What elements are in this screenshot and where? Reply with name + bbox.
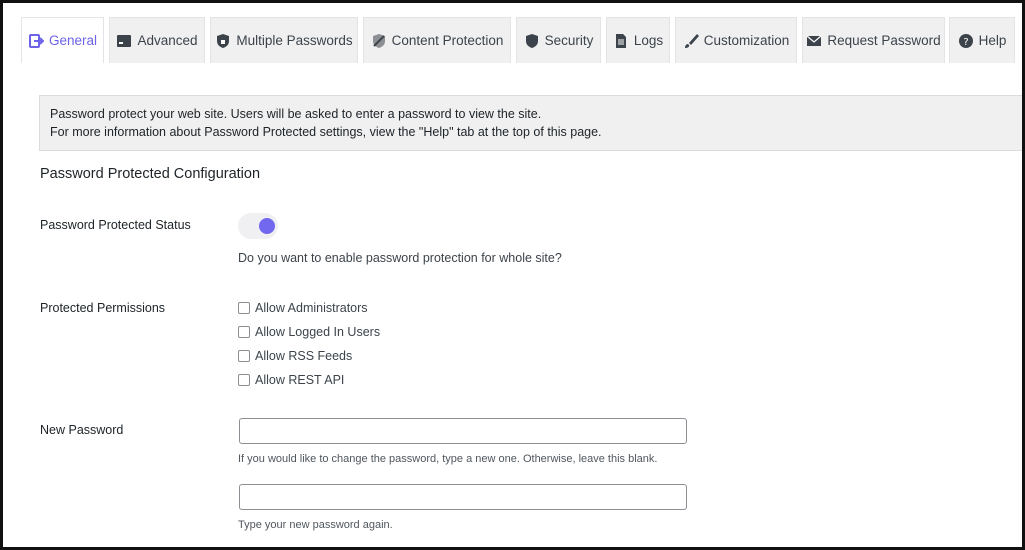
section-title: Password Protected Configuration (40, 166, 261, 182)
tab-advanced[interactable]: Advanced (109, 17, 205, 63)
help-icon: ? (958, 33, 974, 49)
tab-multiple-passwords[interactable]: Multiple Passwords (210, 17, 358, 63)
settings-panel: Password protect your web site. Users wi… (21, 63, 1022, 547)
permissions-label: Protected Permissions (40, 301, 166, 315)
allow-administrators-option[interactable]: Allow Administrators (238, 301, 368, 315)
new-password-input[interactable] (239, 418, 687, 444)
confirm-password-input[interactable] (239, 484, 687, 510)
confirm-password-help: Type your new password again. (238, 519, 393, 531)
tab-logs[interactable]: Logs (606, 17, 670, 63)
checkbox-label: Allow Logged In Users (255, 325, 381, 339)
checkbox-label: Allow RSS Feeds (255, 349, 353, 363)
tab-bar: General Advanced Multiple Passwords Cont… (3, 3, 1022, 63)
info-notice: Password protect your web site. Users wi… (39, 95, 1022, 151)
status-label: Password Protected Status (40, 218, 191, 232)
allow-rss-feeds-option[interactable]: Allow RSS Feeds (238, 349, 352, 363)
notice-line-1: Password protect your web site. Users wi… (50, 107, 542, 121)
tab-help[interactable]: ? Help (949, 17, 1015, 63)
tab-label: Multiple Passwords (236, 33, 353, 48)
tab-label: Request Password (827, 33, 941, 48)
tab-content-protection[interactable]: Content Protection (363, 17, 511, 63)
status-description: Do you want to enable password protectio… (238, 251, 562, 265)
notice-line-2: For more information about Password Prot… (50, 125, 602, 139)
tab-general[interactable]: General (21, 17, 104, 63)
toggle-knob (259, 218, 275, 234)
brush-icon (683, 33, 699, 49)
tab-label: Logs (633, 33, 664, 48)
checkbox-label: Allow Administrators (255, 301, 368, 315)
settings-window: General Advanced Multiple Passwords Cont… (0, 0, 1025, 550)
checkbox-label: Allow REST API (255, 373, 345, 387)
allow-logged-in-users-option[interactable]: Allow Logged In Users (238, 325, 380, 339)
allow-administrators-checkbox[interactable] (238, 302, 250, 314)
new-password-label: New Password (40, 423, 124, 437)
allow-rest-api-checkbox[interactable] (238, 374, 250, 386)
tab-label: Advanced (137, 33, 198, 48)
tab-label: General (48, 33, 98, 48)
protection-icon (371, 33, 387, 49)
tab-customization[interactable]: Customization (675, 17, 797, 63)
allow-rest-api-option[interactable]: Allow REST API (238, 373, 344, 387)
tab-security[interactable]: Security (516, 17, 601, 63)
shield-lock-icon (215, 33, 231, 49)
status-toggle[interactable] (238, 213, 278, 239)
sign-in-icon (28, 33, 44, 49)
tab-label: Customization (703, 33, 790, 48)
allow-logged-in-users-checkbox[interactable] (238, 326, 250, 338)
tab-request-password[interactable]: Request Password (802, 17, 945, 63)
envelope-icon (806, 33, 822, 49)
tab-label: Security (544, 33, 594, 48)
admin-generic-icon (116, 33, 132, 49)
tab-label: Help (978, 33, 1007, 48)
new-password-help: If you would like to change the password… (238, 453, 658, 465)
shield-icon (524, 33, 540, 49)
allow-rss-feeds-checkbox[interactable] (238, 350, 250, 362)
document-icon (613, 33, 629, 49)
svg-text:?: ? (963, 37, 968, 48)
tab-label: Content Protection (391, 33, 504, 48)
